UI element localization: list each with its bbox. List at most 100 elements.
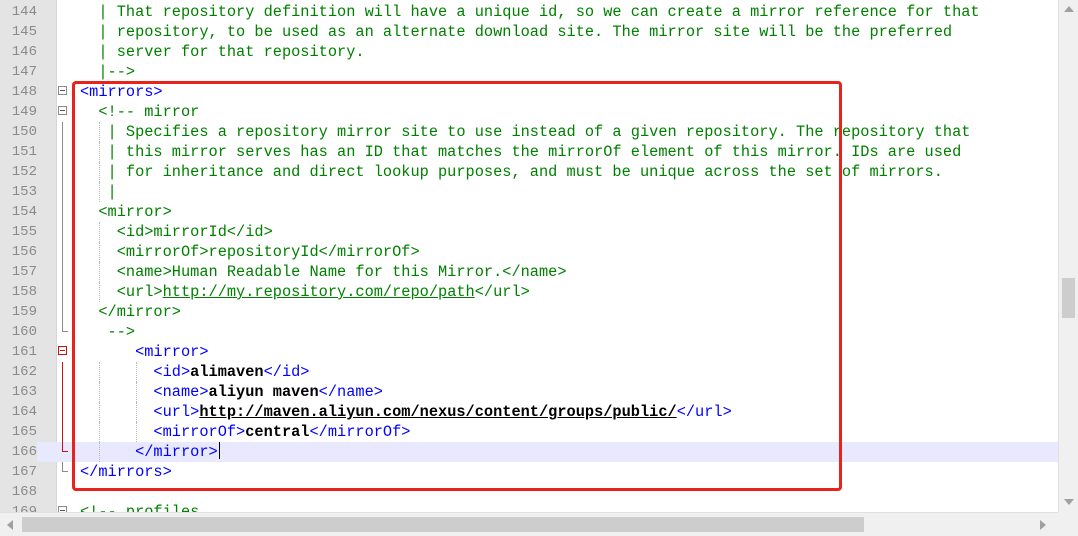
fold-toggle-icon[interactable]	[58, 346, 67, 355]
code-token: <url>	[80, 403, 200, 421]
code-line[interactable]: 161 <mirror>	[0, 342, 1058, 362]
code-line[interactable]: 156 <mirrorOf>repositoryId</mirrorOf>	[0, 242, 1058, 262]
code-line[interactable]: 144 | That repository definition will ha…	[0, 2, 1058, 22]
code-line[interactable]: 154 <mirror>	[0, 202, 1058, 222]
fold-guide-line	[62, 222, 63, 242]
code-text: </mirrors>	[80, 462, 172, 482]
code-line[interactable]: 169 <!-- profiles	[0, 502, 1058, 512]
code-line[interactable]: 146 | server for that repository.	[0, 42, 1058, 62]
code-line[interactable]: 158 <url>http://my.repository.com/repo/p…	[0, 282, 1058, 302]
fold-guide-line	[62, 422, 63, 442]
code-text: | this mirror serves has an ID that matc…	[80, 142, 962, 162]
code-token: </mirror>	[80, 443, 218, 461]
fold-guide-line	[62, 142, 63, 162]
code-line[interactable]: 149 <!-- mirror	[0, 102, 1058, 122]
scroll-left-arrow-icon[interactable]	[7, 520, 13, 530]
line-number: 160	[11, 324, 37, 340]
code-token: | That repository definition will have a…	[80, 3, 980, 21]
code-text: <mirror>	[80, 342, 209, 362]
code-text: | server for that repository.	[80, 42, 365, 62]
line-number: 167	[11, 464, 37, 480]
line-number: 149	[11, 104, 37, 120]
fold-toggle-icon[interactable]	[58, 106, 67, 115]
code-text: <!-- profiles	[80, 502, 199, 512]
code-token: central	[245, 423, 310, 441]
line-number: 148	[11, 84, 37, 100]
code-line[interactable]: 150 | Specifies a repository mirror site…	[0, 122, 1058, 142]
code-text: | repository, to be used as an alternate…	[80, 22, 952, 42]
code-token: </mirrors>	[80, 463, 172, 481]
line-number: 163	[11, 384, 37, 400]
code-line[interactable]: 160 -->	[0, 322, 1058, 342]
horizontal-scroll-thumb[interactable]	[22, 517, 864, 532]
vertical-scroll-thumb[interactable]	[1062, 278, 1075, 318]
code-line[interactable]: 145 | repository, to be used as an alter…	[0, 22, 1058, 42]
code-token: <id>mirrorId</id>	[80, 223, 273, 241]
code-line[interactable]: 165 <mirrorOf>central</mirrorOf>	[0, 422, 1058, 442]
fold-end-marker	[62, 462, 68, 472]
line-number: 161	[11, 344, 37, 360]
vertical-scrollbar[interactable]	[1058, 0, 1078, 512]
scroll-right-arrow-icon[interactable]	[1040, 520, 1046, 530]
code-token: <id>	[80, 363, 191, 381]
code-token: | server for that repository.	[80, 43, 365, 61]
fold-guide-line	[62, 262, 63, 282]
code-token: |	[80, 183, 117, 201]
line-number: 156	[11, 244, 37, 260]
code-line[interactable]: 157 <name>Human Readable Name for this M…	[0, 262, 1058, 282]
code-text: | That repository definition will have a…	[80, 2, 980, 22]
line-number: 169	[11, 504, 37, 512]
code-line[interactable]: 159 </mirror>	[0, 302, 1058, 322]
code-token: <mirrorOf>repositoryId</mirrorOf>	[80, 243, 420, 261]
code-line[interactable]: 152 | for inheritance and direct lookup …	[0, 162, 1058, 182]
code-token: <!-- profiles	[80, 503, 200, 512]
code-line[interactable]: 155 <id>mirrorId</id>	[0, 222, 1058, 242]
code-line[interactable]: 168	[0, 482, 1058, 502]
fold-toggle-icon[interactable]	[58, 86, 67, 95]
code-token: alimaven	[190, 363, 264, 381]
fold-end-marker	[62, 442, 68, 452]
code-line[interactable]: 167 </mirrors>	[0, 462, 1058, 482]
code-token: -->	[80, 323, 136, 341]
line-number: 157	[11, 264, 37, 280]
code-line[interactable]: 147 |-->	[0, 62, 1058, 82]
code-text: <mirrorOf>central</mirrorOf>	[80, 422, 410, 442]
code-text: | for inheritance and direct lookup purp…	[80, 162, 943, 182]
code-line[interactable]: 148 <mirrors>	[0, 82, 1058, 102]
code-text: <url>http://maven.aliyun.com/nexus/conte…	[80, 402, 731, 422]
fold-guide-line	[62, 162, 63, 182]
line-number: 152	[11, 164, 37, 180]
line-number: 164	[11, 404, 37, 420]
code-line[interactable]: 151 | this mirror serves has an ID that …	[0, 142, 1058, 162]
code-token: |-->	[80, 63, 136, 81]
fold-guide-line	[62, 202, 63, 222]
code-line[interactable]: 164 <url>http://maven.aliyun.com/nexus/c…	[0, 402, 1058, 422]
scrollbar-corner	[1058, 512, 1078, 536]
code-token: <!-- mirror	[80, 103, 200, 121]
code-line[interactable]: 163 <name>aliyun maven</name>	[0, 382, 1058, 402]
code-text: <!-- mirror	[80, 102, 199, 122]
scroll-down-arrow-icon[interactable]	[1064, 499, 1074, 505]
code-text: <name>aliyun maven</name>	[80, 382, 383, 402]
horizontal-scrollbar[interactable]	[0, 512, 1058, 536]
line-number: 166	[0, 442, 37, 462]
code-token: <mirror>	[80, 203, 172, 221]
code-editor[interactable]: 144 | That repository definition will ha…	[0, 0, 1078, 536]
code-text: </mirror>	[80, 302, 181, 322]
code-line[interactable]: 162 <id>alimaven</id>	[0, 362, 1058, 382]
code-token: http://my.repository.com/repo/path	[162, 283, 475, 301]
code-line[interactable]: 166 </mirror>	[0, 442, 1058, 462]
fold-guide-line	[62, 302, 63, 322]
line-number: 165	[11, 424, 37, 440]
code-token: </id>	[263, 363, 310, 381]
code-token: </mirror>	[80, 303, 181, 321]
line-number: 150	[11, 124, 37, 140]
code-text: -->	[80, 322, 136, 342]
scroll-up-arrow-icon[interactable]	[1064, 6, 1074, 12]
code-token: <mirror>	[80, 343, 209, 361]
code-token: </url>	[474, 283, 530, 301]
code-line[interactable]: 153 |	[0, 182, 1058, 202]
code-area[interactable]: 144 | That repository definition will ha…	[0, 0, 1058, 512]
fold-guide-line	[62, 282, 63, 302]
line-number: 159	[11, 304, 37, 320]
